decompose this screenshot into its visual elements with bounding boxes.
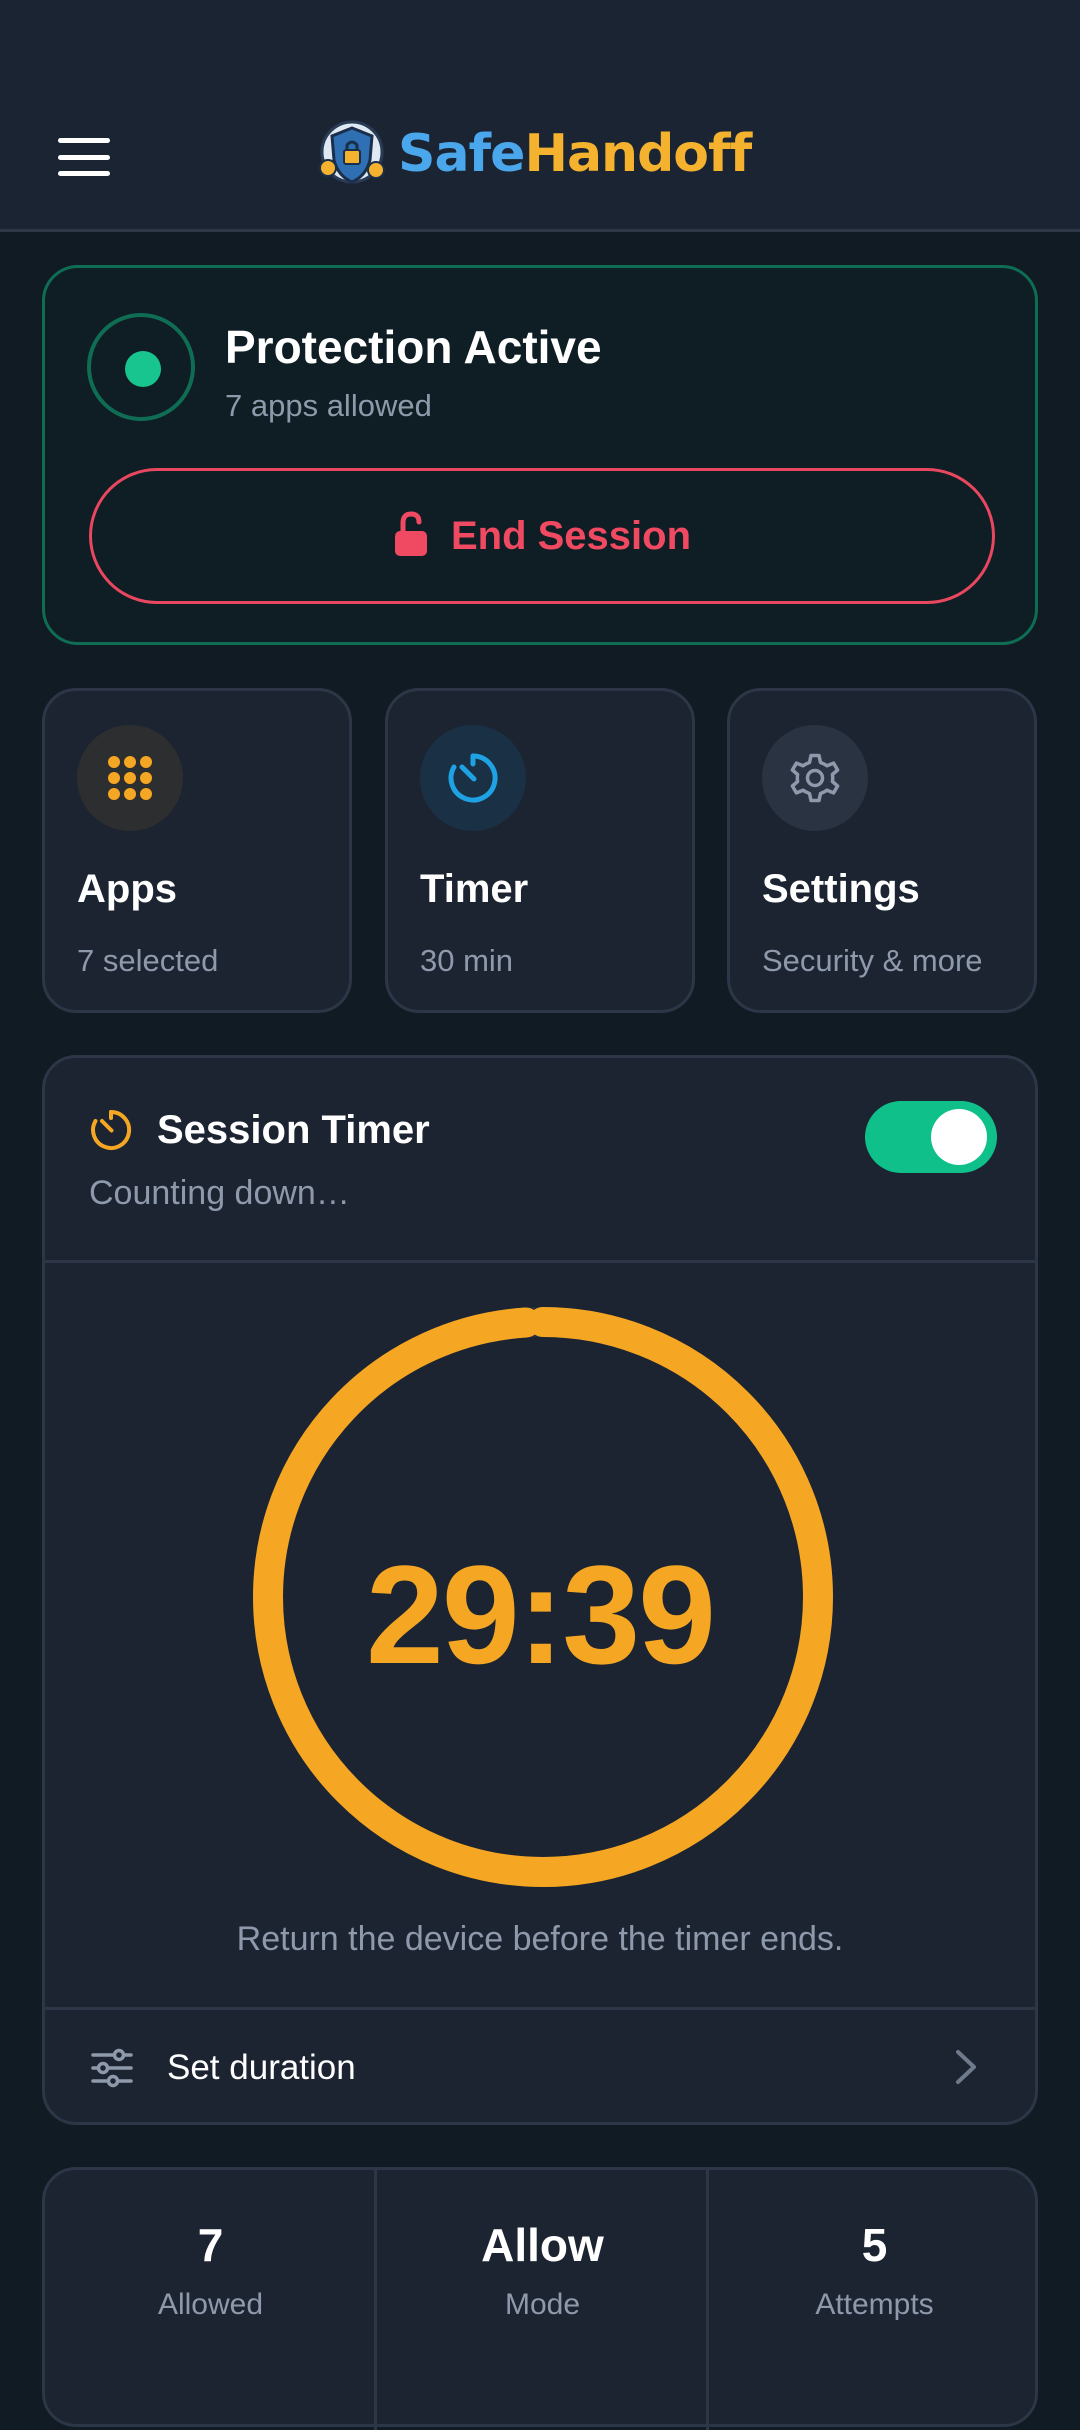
timer-hint: Return the device before the timer ends. — [236, 1920, 844, 1958]
apps-tile-title: Apps — [77, 867, 177, 911]
stat-label: Attempts — [815, 2288, 934, 2321]
timer-icon — [448, 753, 498, 803]
stat-allowed: 7 Allowed — [45, 2170, 376, 2430]
brand-part-safe: Safe — [398, 124, 525, 184]
timer-tile-subtitle: 30 min — [420, 943, 514, 978]
stat-value: Allow — [481, 2219, 604, 2271]
session-timer-status: Counting down… — [89, 1174, 350, 1212]
timer-icon — [91, 1109, 132, 1150]
session-stats-card: 7 Allowed Allow Mode 5 Attempts — [42, 2167, 1040, 2430]
protection-title: Protection Active — [225, 321, 602, 373]
set-duration-row[interactable]: Set duration — [45, 2010, 1035, 2122]
countdown-display: 29:39 — [365, 1536, 716, 1693]
brand-name: SafeHandoff — [398, 124, 752, 184]
settings-tile-subtitle: Security & more — [762, 943, 983, 978]
apps-tile-subtitle: 7 selected — [77, 943, 219, 978]
settings-tile[interactable]: Settings Security & more — [727, 688, 1037, 1013]
apps-tile[interactable]: Apps 7 selected — [42, 688, 352, 1013]
shield-lock-mascot-icon — [319, 120, 385, 184]
timer-tile-title: Timer — [420, 867, 529, 911]
tile-icon-bg — [77, 725, 183, 831]
session-timer-toggle[interactable] — [865, 1101, 997, 1173]
app-header: SafeHandoff — [0, 0, 1080, 232]
stat-label: Allowed — [157, 2288, 264, 2321]
settings-tile-title: Settings — [762, 867, 920, 911]
stat-mode: Allow Mode — [377, 2170, 708, 2430]
tile-icon-bg — [762, 725, 868, 831]
divider — [45, 1260, 1035, 1263]
gear-icon — [790, 753, 840, 803]
brand-part-handoff: Handoff — [524, 124, 752, 184]
end-session-button[interactable]: End Session — [89, 468, 995, 604]
unlocked-padlock-icon — [394, 511, 427, 556]
app-logo: SafeHandoff — [310, 116, 752, 192]
status-dot-icon — [125, 351, 161, 387]
chevron-right-icon — [956, 2050, 976, 2084]
set-duration-label: Set duration — [167, 2048, 356, 2087]
stat-value: 5 — [861, 2219, 888, 2271]
toggle-knob — [931, 1109, 987, 1165]
sliders-icon — [91, 2048, 133, 2088]
protection-status-card: Protection Active 7 apps allowed End Ses… — [42, 265, 1038, 645]
hamburger-menu-icon[interactable] — [58, 138, 110, 176]
timer-tile[interactable]: Timer 30 min — [385, 688, 695, 1013]
stat-attempts: 5 Attempts — [709, 2170, 1040, 2430]
stat-value: 7 — [197, 2219, 224, 2271]
status-indicator — [87, 313, 195, 421]
stat-label: Mode — [504, 2288, 581, 2321]
protection-subtitle: 7 apps allowed — [225, 388, 432, 423]
tile-icon-bg — [420, 725, 526, 831]
session-timer-title: Session Timer — [157, 1108, 430, 1152]
grid-dots-icon — [108, 756, 152, 800]
end-session-label: End Session — [450, 513, 692, 558]
session-timer-card: Session Timer Counting down… 29:39 Retur… — [42, 1055, 1038, 2125]
